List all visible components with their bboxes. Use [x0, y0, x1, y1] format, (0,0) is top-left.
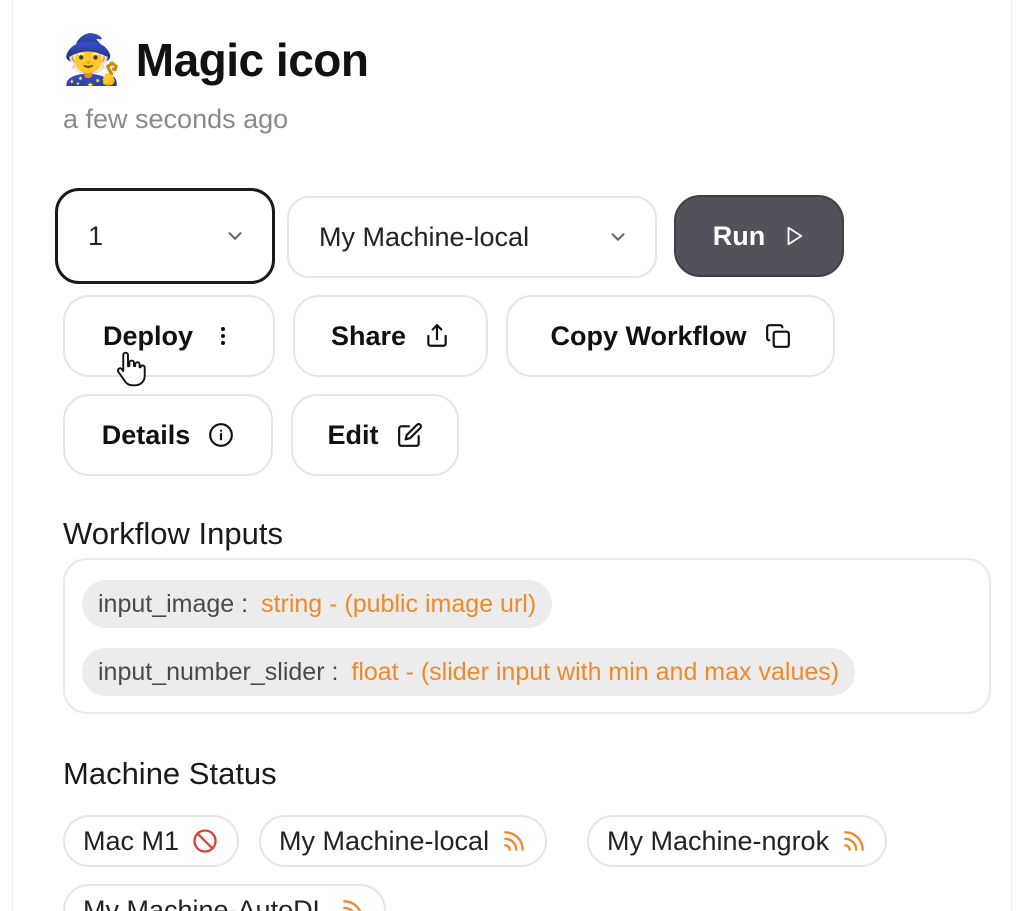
chevron-down-icon [228, 232, 242, 240]
machine-chip[interactable]: Mac M1 [63, 815, 240, 867]
workflow-timestamp: a few seconds ago [63, 104, 289, 134]
machine-name: Mac M1 [83, 825, 180, 856]
version-select-value: 1 [88, 220, 104, 251]
input-separator: : [234, 589, 256, 618]
input-separator: : [324, 657, 346, 686]
hand-cursor-icon [116, 351, 146, 387]
machine-name: My Machine-local [279, 825, 490, 856]
signal-icon [342, 900, 361, 911]
more-vertical-icon[interactable] [211, 324, 235, 348]
share-button[interactable]: Share [293, 295, 488, 377]
share-button-label: Share [330, 320, 407, 351]
workflow-input-item: input_number_slider : float - (slider in… [82, 648, 856, 696]
input-name: input_image [98, 589, 235, 618]
machine-name: My Machine-AutoDL [83, 894, 328, 911]
workflow-header: 🧙 Magic icon [62, 32, 369, 88]
input-name: input_number_slider [98, 657, 325, 686]
machine-chip[interactable]: My Machine-local [259, 815, 548, 867]
signal-icon [504, 831, 524, 851]
copy-workflow-button[interactable]: Copy Workflow [506, 295, 835, 377]
edit-icon [397, 423, 422, 447]
workflow-input-item: input_image : string - (public image url… [82, 580, 553, 628]
signal-icon [844, 831, 864, 851]
copy-workflow-label: Copy Workflow [550, 320, 747, 351]
run-button-label: Run [712, 220, 766, 251]
machine-status-title: Machine Status [63, 756, 277, 791]
machine-chip[interactable]: My Machine-AutoDL [63, 884, 386, 911]
edit-button[interactable]: Edit [291, 394, 459, 476]
copy-icon [765, 324, 790, 348]
input-type: string - (public image url) [261, 589, 537, 618]
play-icon [787, 226, 803, 246]
details-button-label: Details [101, 419, 191, 450]
machine-select[interactable]: My Machine-local [287, 196, 657, 278]
machine-name: My Machine-ngrok [607, 825, 830, 856]
offline-icon [193, 829, 217, 853]
chevron-down-icon [611, 233, 625, 241]
edit-button-label: Edit [327, 419, 379, 450]
deploy-button-label: Deploy [102, 320, 194, 351]
version-select[interactable]: 1 [55, 188, 275, 284]
info-icon [209, 423, 234, 447]
run-button[interactable]: Run [674, 195, 844, 277]
machine-chip[interactable]: My Machine-ngrok [587, 815, 888, 867]
share-icon [427, 324, 447, 347]
details-button[interactable]: Details [63, 394, 273, 476]
machine-select-value: My Machine-local [319, 221, 530, 252]
deploy-button[interactable]: Deploy [63, 295, 275, 377]
input-type: float - (slider input with min and max v… [351, 657, 840, 686]
mage-icon: 🧙 [62, 32, 122, 88]
workflow-inputs-title: Workflow Inputs [63, 516, 283, 551]
workflow-title: Magic icon [135, 34, 369, 86]
